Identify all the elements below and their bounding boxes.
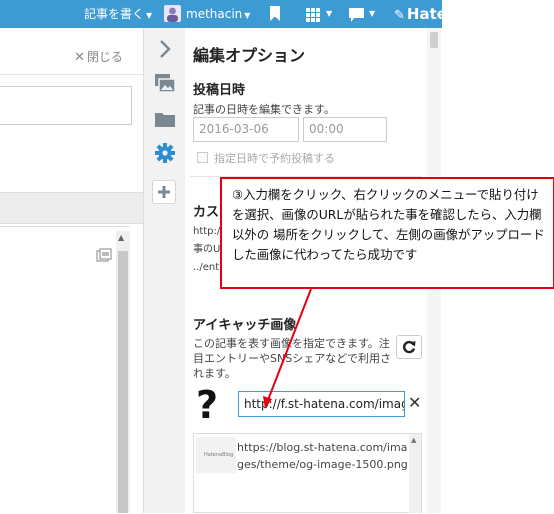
eyecatch-heading: アイキャッチ画像 <box>193 318 297 333</box>
avatar[interactable] <box>164 5 181 22</box>
divider <box>0 74 143 75</box>
caret-down-icon[interactable]: ▼ <box>369 0 375 28</box>
caret-down-icon: ▼ <box>244 11 251 20</box>
scroll-up-icon[interactable]: ▲ <box>118 233 124 242</box>
annotation-callout: ③入力欄をクリック、右クリックのメニューで貼り付けを選択、画像のURLが貼られた… <box>220 177 554 289</box>
scroll-thumb[interactable] <box>118 251 128 513</box>
clear-icon[interactable]: ✕ <box>408 393 421 412</box>
custom-url-text: 事のU <box>193 244 221 255</box>
chevron-right-icon[interactable] <box>154 38 176 60</box>
refresh-button[interactable] <box>396 335 422 359</box>
time-input[interactable]: 00:00 <box>303 117 387 142</box>
preview-icon[interactable] <box>96 248 112 264</box>
apps-grid-icon[interactable] <box>306 7 320 22</box>
schedule-checkbox[interactable] <box>197 152 208 163</box>
close-label: 閉じる <box>86 50 123 64</box>
plus-button[interactable] <box>152 180 176 204</box>
eyecatch-preview-placeholder: ? <box>196 383 219 427</box>
panel-title: 編集オプション <box>193 46 306 65</box>
close-button[interactable]: ✕ 閉じる <box>74 48 123 65</box>
username: methacin <box>186 7 243 21</box>
option-icon-column <box>143 28 186 513</box>
editor-scrollbar[interactable]: ▲ <box>116 231 130 513</box>
folder-icon[interactable] <box>154 112 176 128</box>
custom-url-input[interactable]: ../entr <box>193 262 223 273</box>
list-scrollbar[interactable]: ▲ <box>409 434 421 513</box>
editor-body[interactable] <box>0 226 130 514</box>
caret-down-icon: ▼ <box>146 11 153 20</box>
hatena-logo[interactable]: ✎ Hate <box>394 0 447 28</box>
image-thumbnail[interactable]: HatenaBlog <box>196 437 236 473</box>
thumbnail-logo: HatenaBlog <box>204 452 234 458</box>
logo-text: Hate <box>406 5 447 23</box>
editor-toolbar <box>0 192 143 224</box>
eyecatch-description: この記事を表す画像を指定できます。注目エントリーやSNSシェアなどで利用されます… <box>193 337 391 380</box>
hatena-logo-icon: ✎ <box>394 8 405 23</box>
close-icon: ✕ <box>74 50 85 65</box>
image-url-input[interactable]: http://f.st-hatena.com/images <box>238 391 405 417</box>
image-url-text[interactable]: https://blog.st-hatena.com/images/theme/… <box>237 439 409 473</box>
schedule-label: 指定日時で予約投稿する <box>214 152 335 165</box>
custom-url-heading: カス <box>193 205 220 220</box>
scroll-up-icon[interactable]: ▲ <box>411 436 416 444</box>
editor-area: ✕ 閉じる ▲ <box>0 28 143 514</box>
top-bar-right-area <box>442 0 554 28</box>
caret-down-icon[interactable]: ▼ <box>326 0 332 28</box>
title-input[interactable] <box>0 86 132 125</box>
image-icon[interactable] <box>154 73 176 93</box>
write-article-menu[interactable]: 記事を書く ▼ <box>84 0 152 28</box>
scroll-thumb[interactable] <box>430 32 438 48</box>
comment-icon[interactable] <box>349 7 364 22</box>
gear-icon[interactable] <box>154 142 176 164</box>
write-article-label: 記事を書く <box>84 7 145 21</box>
bookmark-icon[interactable] <box>270 6 280 21</box>
post-date-heading: 投稿日時 <box>193 83 246 98</box>
user-menu[interactable]: methacin ▼ <box>186 0 250 28</box>
custom-url-text: http:/ <box>193 226 221 237</box>
post-date-description: 記事の日時を編集できます。 <box>193 103 335 116</box>
date-input[interactable]: 2016-03-06 <box>193 117 299 142</box>
